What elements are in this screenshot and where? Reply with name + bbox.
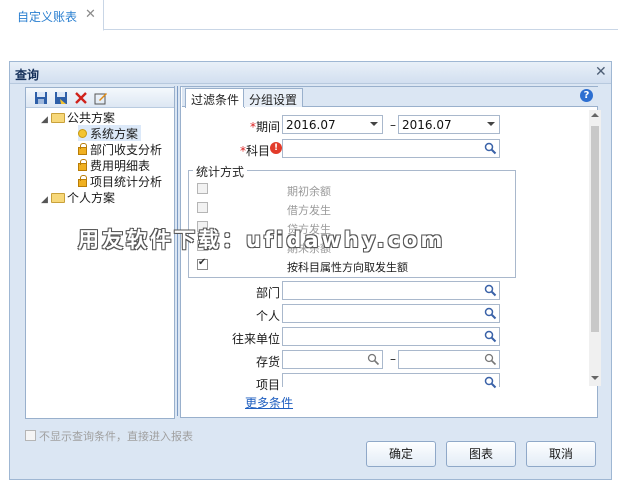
chart-button[interactable]: 图表 (446, 441, 516, 467)
tab-custom-report[interactable]: 自定义账表 ✕ (0, 0, 104, 31)
folder-icon (51, 193, 65, 203)
period-separator: – (390, 118, 396, 132)
tree-item-system-scheme[interactable]: 系统方案 (78, 125, 142, 141)
required-warning-icon: ! (270, 142, 282, 154)
expand-arrow-icon[interactable]: ◢ (41, 195, 51, 205)
search-icon[interactable] (367, 353, 380, 366)
scroll-thumb[interactable] (591, 126, 599, 332)
tree-item-label: 项目统计分析 (90, 175, 163, 189)
scroll-up-icon[interactable] (591, 113, 599, 117)
edit-icon[interactable] (94, 91, 108, 105)
tree-item-expense-detail[interactable]: 费用明细表 (78, 157, 150, 173)
inventory-separator: – (390, 352, 396, 366)
checkbox-opening-balance[interactable] (197, 183, 208, 194)
lock-icon (78, 143, 87, 155)
dialog-title: 查询 (15, 68, 40, 82)
tree-item-label: 个人方案 (67, 191, 116, 205)
subject-input[interactable] (282, 139, 500, 158)
tab-group-settings[interactable]: 分组设置 (243, 88, 304, 107)
inventory-label: 存货 (255, 355, 280, 369)
checkbox-by-direction[interactable] (197, 257, 208, 270)
chevron-down-icon (370, 122, 378, 126)
tree-item-label: 系统方案 (90, 127, 139, 141)
scroll-down-icon[interactable] (591, 376, 599, 380)
person-label: 个人 (255, 309, 280, 323)
tree-item-label: 部门收支分析 (90, 143, 163, 157)
lock-icon (78, 175, 87, 187)
tab-strip: 自定义账表 ✕ (0, 0, 618, 31)
period-label: *期间 (249, 120, 280, 134)
skip-dialog-label: 不显示查询条件，直接进入报表 (39, 430, 193, 443)
lookup-icon[interactable] (484, 307, 497, 320)
lookup-icon[interactable] (484, 376, 497, 389)
save-icon[interactable] (34, 91, 48, 105)
tree-item-personal-schemes[interactable]: ◢ 个人方案 (41, 189, 115, 205)
tab-custom-report-label: 自定义账表 (17, 10, 78, 24)
cancel-button[interactable]: 取消 (526, 441, 596, 467)
period-from-select[interactable]: 2016.07 (282, 115, 383, 134)
tab-close-icon[interactable]: ✕ (85, 7, 96, 22)
opening-balance-label: 期初余额 (287, 185, 331, 198)
expand-arrow-icon[interactable]: ◢ (41, 115, 51, 125)
subject-label: *科目 (240, 144, 271, 158)
department-label: 部门 (255, 286, 280, 300)
period-to-select[interactable]: 2016.07 (398, 115, 500, 134)
inventory-to-input[interactable] (398, 350, 500, 369)
watermark: 用友软件下载：ufidawhy.com (78, 228, 446, 252)
tree-item-project-analysis[interactable]: 项目统计分析 (78, 173, 162, 189)
period-from-value: 2016.07 (286, 118, 336, 132)
more-conditions-link[interactable]: 更多条件 (245, 394, 293, 411)
tree-item-public-schemes[interactable]: ◢ 公共方案 (41, 109, 115, 125)
bulb-icon (78, 129, 87, 138)
delete-icon[interactable] (74, 91, 88, 105)
project-input[interactable] (282, 373, 500, 389)
tree-toolbar (26, 88, 174, 108)
tree-item-label: 费用明细表 (90, 159, 151, 173)
debit-label: 借方发生 (287, 204, 331, 217)
folder-icon (51, 113, 65, 123)
tree-item-label: 公共方案 (67, 111, 116, 125)
help-icon[interactable]: ? (580, 89, 593, 102)
person-input[interactable] (282, 304, 500, 323)
dialog-close-icon[interactable]: ✕ (595, 64, 607, 80)
contact-unit-label: 往来单位 (231, 332, 280, 346)
stat-method-title: 统计方式 (193, 163, 248, 180)
contact-unit-input[interactable] (282, 327, 500, 346)
chevron-down-icon (487, 122, 495, 126)
lookup-icon[interactable] (484, 330, 497, 343)
dialog-title-bar: 查询 ✕ (10, 62, 611, 84)
filter-scrollbar[interactable] (589, 110, 601, 386)
search-icon[interactable] (484, 353, 497, 366)
period-to-value: 2016.07 (402, 118, 452, 132)
tree-item-dept-analysis[interactable]: 部门收支分析 (78, 141, 162, 157)
checkbox-debit[interactable] (197, 202, 208, 213)
lock-icon (78, 159, 87, 171)
lookup-icon[interactable] (484, 284, 497, 297)
save-as-icon[interactable] (54, 91, 68, 105)
ok-button[interactable]: 确定 (366, 441, 436, 467)
tab-filter-conditions[interactable]: 过滤条件 (185, 88, 246, 108)
panel-tabs: 过滤条件 分组设置 ? (182, 87, 598, 108)
inventory-from-input[interactable] (282, 350, 383, 369)
by-direction-label: 按科目属性方向取发生额 (287, 261, 408, 274)
project-label: 项目 (255, 378, 280, 392)
skip-dialog-checkbox[interactable] (25, 430, 36, 441)
lookup-icon[interactable] (484, 142, 497, 155)
department-input[interactable] (282, 281, 500, 300)
